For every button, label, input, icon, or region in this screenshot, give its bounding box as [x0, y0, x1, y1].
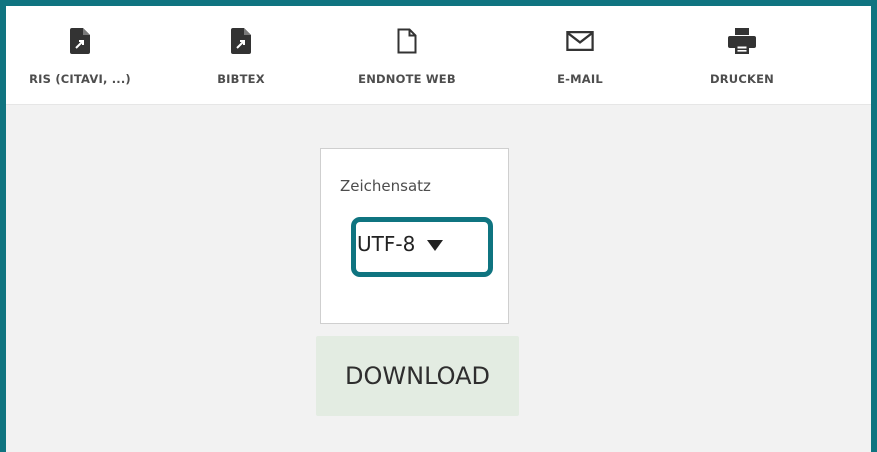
- print-label: DRUCKEN: [710, 72, 774, 86]
- document-outline-icon: [393, 26, 421, 56]
- file-export-icon: [227, 26, 255, 56]
- export-toolbar: RIS (CITAVI, ...) BIBTEX ENDNOTE WEB E-M…: [6, 6, 871, 105]
- charset-label: Zeichensatz: [340, 177, 431, 195]
- print-button[interactable]: DRUCKEN: [694, 6, 790, 104]
- export-email-label: E-MAIL: [557, 72, 603, 86]
- caret-down-icon: [427, 237, 443, 251]
- charset-selected-value: UTF-8: [357, 232, 416, 256]
- envelope-icon: [566, 26, 594, 56]
- download-button[interactable]: DOWNLOAD: [316, 336, 519, 416]
- export-email-button[interactable]: E-MAIL: [542, 6, 618, 104]
- export-bibtex-button[interactable]: BIBTEX: [211, 6, 271, 104]
- file-export-icon: [66, 26, 94, 56]
- printer-icon: [728, 26, 756, 56]
- export-ris-label: RIS (CITAVI, ...): [29, 72, 131, 86]
- export-ris-button[interactable]: RIS (CITAVI, ...): [14, 6, 146, 104]
- export-endnote-button[interactable]: ENDNOTE WEB: [353, 6, 461, 104]
- export-bibtex-label: BIBTEX: [217, 72, 265, 86]
- charset-select[interactable]: UTF-8: [351, 217, 493, 277]
- export-dialog: RIS (CITAVI, ...) BIBTEX ENDNOTE WEB E-M…: [0, 0, 877, 452]
- export-endnote-label: ENDNOTE WEB: [358, 72, 456, 86]
- charset-panel: Zeichensatz UTF-8: [320, 148, 509, 324]
